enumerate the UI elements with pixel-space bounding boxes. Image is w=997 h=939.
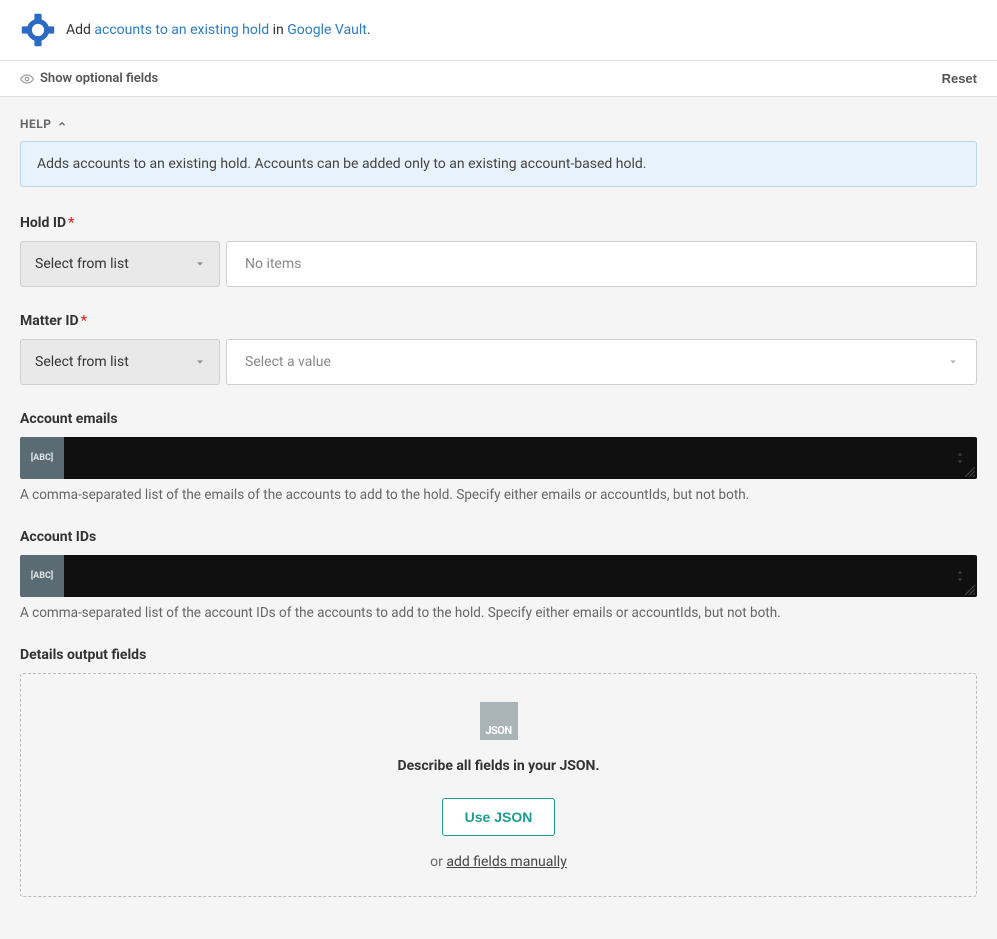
page-header: Add accounts to an existing hold in Goog… xyxy=(0,0,997,61)
header-suffix: . xyxy=(367,22,371,38)
header-text: Add accounts to an existing hold in Goog… xyxy=(66,22,371,38)
hold-id-source-select[interactable]: Select from list xyxy=(20,241,220,287)
eye-icon xyxy=(20,72,34,86)
hold-id-value[interactable]: No items xyxy=(226,241,977,287)
google-vault-link[interactable]: Google Vault xyxy=(287,22,367,38)
json-icon: JSON xyxy=(480,702,518,740)
details-output-field: Details output fields JSON Describe all … xyxy=(20,647,977,897)
show-optional-toggle[interactable]: Show optional fields xyxy=(20,71,158,86)
or-text: or add fields manually xyxy=(41,854,956,870)
matter-id-placeholder: Select a value xyxy=(245,354,331,370)
matter-id-source-select[interactable]: Select from list xyxy=(20,339,220,385)
json-definition-box: JSON Describe all fields in your JSON. U… xyxy=(20,673,977,897)
chevron-up-icon xyxy=(57,119,67,129)
account-emails-label: Account emails xyxy=(20,411,977,427)
required-indicator: * xyxy=(68,215,74,231)
toolbar: Show optional fields Reset xyxy=(0,61,997,97)
drag-handle-icon[interactable] xyxy=(953,569,967,583)
hold-id-field: Hold ID* Select from list No items xyxy=(20,215,977,287)
caret-down-icon xyxy=(195,357,205,367)
hold-id-label-text: Hold ID xyxy=(20,215,66,231)
or-word: or xyxy=(430,854,446,870)
matter-id-select-label: Select from list xyxy=(35,354,129,370)
account-ids-hint: A comma-separated list of the account ID… xyxy=(20,605,977,621)
account-ids-input[interactable] xyxy=(64,555,977,597)
drag-handle-icon[interactable] xyxy=(953,451,967,465)
form-content: HELP Adds accounts to an existing hold. … xyxy=(0,97,997,917)
matter-id-field: Matter ID* Select from list Select a val… xyxy=(20,313,977,385)
help-title: HELP xyxy=(20,117,51,131)
account-emails-input[interactable] xyxy=(64,437,977,479)
matter-id-value-select[interactable]: Select a value xyxy=(226,339,977,385)
app-logo-icon xyxy=(20,12,56,48)
accounts-link[interactable]: accounts to an existing hold xyxy=(94,22,269,38)
resize-corner-icon[interactable] xyxy=(965,585,975,595)
use-json-button[interactable]: Use JSON xyxy=(442,798,556,836)
matter-id-label-text: Matter ID xyxy=(20,313,79,329)
matter-id-label: Matter ID* xyxy=(20,313,977,329)
help-box: Adds accounts to an existing hold. Accou… xyxy=(20,141,977,187)
account-ids-field: Account IDs [ABC] A comma-separated list… xyxy=(20,529,977,621)
account-emails-field: Account emails [ABC] A comma-separated l… xyxy=(20,411,977,503)
account-emails-hint: A comma-separated list of the emails of … xyxy=(20,487,977,503)
hold-id-select-label: Select from list xyxy=(35,256,129,272)
abc-type-badge: [ABC] xyxy=(20,555,64,597)
reset-button[interactable]: Reset xyxy=(942,71,977,86)
caret-down-icon xyxy=(948,357,958,367)
help-toggle[interactable]: HELP xyxy=(20,117,977,131)
header-middle: in xyxy=(269,22,287,38)
details-label: Details output fields xyxy=(20,647,977,663)
caret-down-icon xyxy=(195,259,205,269)
abc-type-badge: [ABC] xyxy=(20,437,64,479)
resize-corner-icon[interactable] xyxy=(965,467,975,477)
header-prefix: Add xyxy=(66,22,94,38)
account-ids-label: Account IDs xyxy=(20,529,977,545)
required-indicator: * xyxy=(81,313,87,329)
add-fields-manually-link[interactable]: add fields manually xyxy=(446,854,566,870)
optional-label: Show optional fields xyxy=(40,71,158,86)
json-describe-text: Describe all fields in your JSON. xyxy=(41,758,956,774)
hold-id-label: Hold ID* xyxy=(20,215,977,231)
